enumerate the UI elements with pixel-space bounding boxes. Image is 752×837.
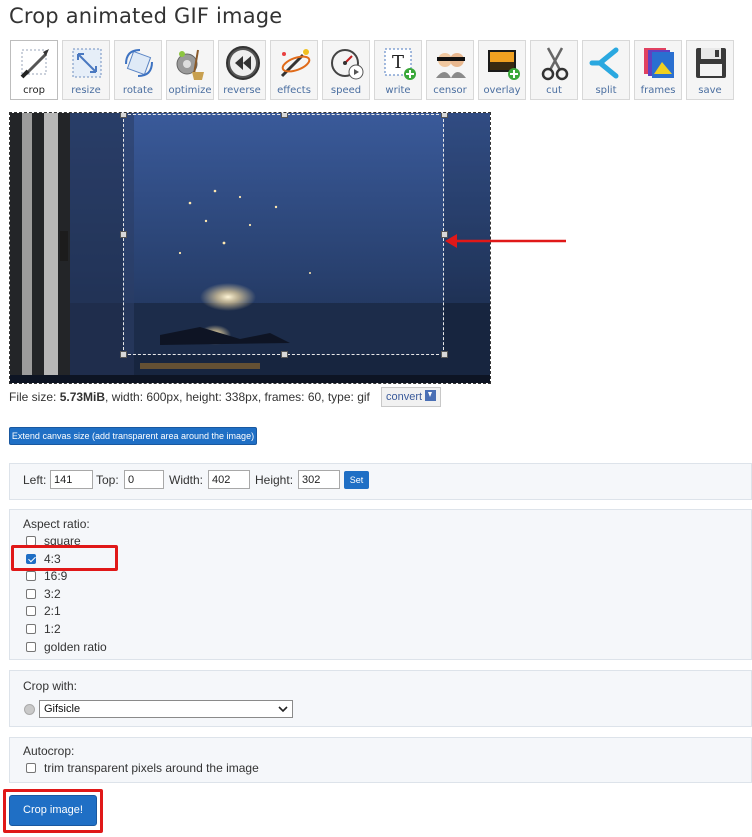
- reverse-icon: [226, 46, 260, 80]
- optimize-icon: [176, 49, 204, 80]
- height-label: Height:: [255, 473, 294, 487]
- tool-label: speed: [330, 85, 362, 96]
- tool-label: optimize: [168, 85, 212, 96]
- autocrop-panel: Autocrop: trim transparent pixels around…: [9, 737, 752, 783]
- frames-icon: [644, 48, 674, 78]
- tool-label: frames: [640, 85, 676, 96]
- top-input[interactable]: [124, 470, 164, 489]
- option-label: trim transparent pixels around the image: [44, 761, 259, 775]
- tool-write[interactable]: T write: [374, 40, 422, 100]
- save-icon: [696, 48, 726, 78]
- tool-label: save: [698, 85, 722, 96]
- top-label: Top:: [96, 473, 119, 487]
- autocrop-label: Autocrop:: [23, 744, 75, 758]
- tool-label: split: [595, 85, 617, 96]
- download-icon: [425, 390, 437, 401]
- option-label: 2:1: [44, 604, 61, 618]
- set-button[interactable]: Set: [344, 471, 369, 489]
- censor-icon: [436, 53, 466, 78]
- tool-effects[interactable]: effects: [270, 40, 318, 100]
- file-info-prefix: File size:: [9, 390, 60, 404]
- checkbox[interactable]: [26, 763, 36, 773]
- crop-icon: [20, 49, 49, 79]
- crop-handle-bottom-left[interactable]: [120, 351, 127, 358]
- tool-censor[interactable]: censor: [426, 40, 474, 100]
- crop-fields-panel: Left: Top: Width: Height: Set: [9, 463, 752, 500]
- chevron-down-icon: [278, 706, 288, 713]
- tool-optimize[interactable]: optimize: [166, 40, 214, 100]
- aspect-ratio-label: Aspect ratio:: [23, 517, 90, 531]
- option-label: 16:9: [44, 569, 68, 583]
- tool-speed[interactable]: speed: [322, 40, 370, 100]
- crop-handle-bottom-right[interactable]: [441, 351, 448, 358]
- scissors-icon: [541, 47, 569, 81]
- tool-label: cut: [546, 85, 562, 96]
- width-label: Width:: [169, 473, 204, 487]
- red-arrow-annotation: [445, 234, 566, 248]
- rotate-icon: [125, 49, 153, 77]
- checkbox[interactable]: [26, 624, 36, 634]
- tool-label: resize: [71, 85, 101, 96]
- left-label: Left:: [23, 473, 47, 487]
- tool-label: write: [385, 85, 411, 96]
- tool-overlay[interactable]: overlay: [478, 40, 526, 100]
- tool-reverse[interactable]: reverse: [218, 40, 266, 100]
- split-icon: [589, 47, 619, 79]
- tool-save[interactable]: save: [686, 40, 734, 100]
- crop-with-panel: Crop with: Gifsicle: [9, 670, 752, 727]
- tool-label: censor: [433, 85, 467, 96]
- crop-selection[interactable]: [123, 114, 444, 355]
- left-input[interactable]: [50, 470, 93, 489]
- file-size: 5.73MiB: [59, 390, 106, 404]
- resize-icon: [72, 48, 102, 78]
- tool-label: crop: [23, 85, 45, 96]
- highlight-4-3-option: [11, 545, 118, 571]
- file-info: File size: 5.73MiB, width: 600px, height…: [9, 390, 370, 404]
- tool-label: effects: [277, 85, 311, 96]
- checkbox[interactable]: [26, 642, 36, 652]
- checkbox[interactable]: [26, 571, 36, 581]
- speed-icon: [331, 49, 364, 80]
- gif-canvas[interactable]: [9, 112, 491, 384]
- tool-split[interactable]: split: [582, 40, 630, 100]
- tool-label: reverse: [223, 85, 261, 96]
- crop-handle-top-right[interactable]: [441, 113, 448, 118]
- tool-cut[interactable]: cut: [530, 40, 578, 100]
- gear-icon: [24, 704, 35, 715]
- highlight-crop-button: [3, 789, 103, 833]
- tool-label: rotate: [122, 85, 154, 96]
- file-info-details: , width: 600px, height: 338px, frames: 6…: [105, 390, 370, 404]
- write-icon: T: [384, 48, 416, 80]
- effects-icon: [280, 49, 311, 78]
- crop-method-value: Gifsicle: [44, 703, 81, 715]
- svg-text:T: T: [392, 52, 404, 73]
- crop-handle-top[interactable]: [281, 113, 288, 118]
- tool-crop[interactable]: crop: [10, 40, 58, 100]
- option-label: 3:2: [44, 587, 61, 601]
- convert-label: convert: [386, 391, 423, 403]
- tool-rotate[interactable]: rotate: [114, 40, 162, 100]
- checkbox[interactable]: [26, 606, 36, 616]
- option-label: golden ratio: [44, 640, 107, 654]
- crop-handle-left[interactable]: [120, 231, 127, 238]
- tool-label: overlay: [483, 85, 521, 96]
- option-label: 1:2: [44, 622, 61, 636]
- aspect-ratio-panel: Aspect ratio: square 4:3 16:9 3:2 2:1 1:…: [9, 509, 752, 660]
- convert-button[interactable]: convert: [381, 387, 442, 407]
- width-input[interactable]: [208, 470, 250, 489]
- crop-method-select[interactable]: Gifsicle: [39, 700, 293, 718]
- tool-frames[interactable]: frames: [634, 40, 682, 100]
- crop-handle-bottom[interactable]: [281, 351, 288, 358]
- height-input[interactable]: [298, 470, 340, 489]
- tool-resize[interactable]: resize: [62, 40, 110, 100]
- overlay-icon: [488, 50, 520, 80]
- page-title: Crop animated GIF image: [9, 4, 283, 28]
- checkbox[interactable]: [26, 589, 36, 599]
- extend-canvas-button[interactable]: Extend canvas size (add transparent area…: [9, 427, 257, 445]
- crop-with-label: Crop with:: [23, 679, 78, 693]
- crop-handle-top-left[interactable]: [120, 113, 127, 118]
